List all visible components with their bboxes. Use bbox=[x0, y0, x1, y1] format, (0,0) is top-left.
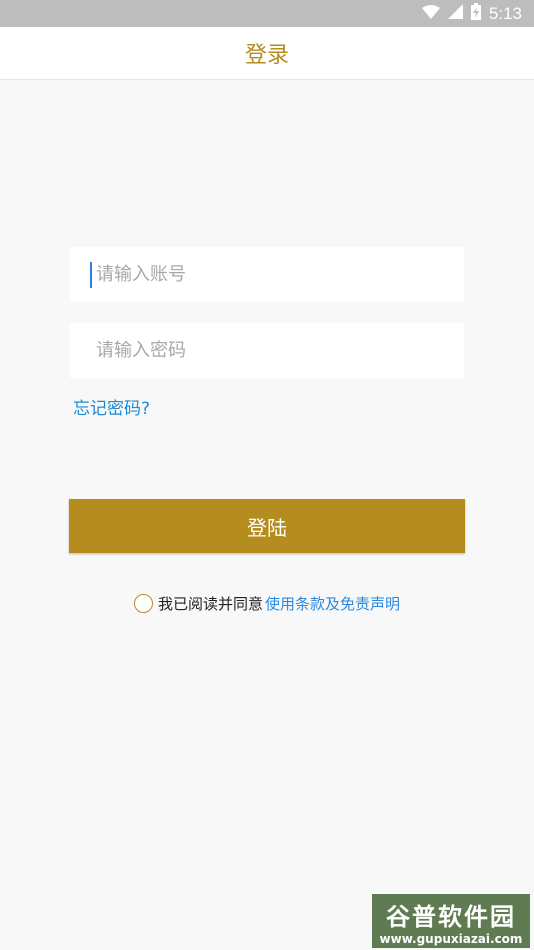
login-button[interactable]: 登陆 bbox=[69, 499, 465, 553]
agreement-text: 我已阅读并同意 bbox=[157, 594, 263, 613]
agree-radio[interactable] bbox=[133, 593, 153, 613]
forgot-password-link[interactable]: 忘记密码? bbox=[73, 394, 150, 419]
account-field[interactable] bbox=[70, 247, 464, 302]
battery-charging-icon bbox=[470, 3, 481, 24]
title-bar: 登录 bbox=[0, 27, 534, 80]
wifi-icon bbox=[421, 4, 440, 23]
terms-link[interactable]: 使用条款及免责声明 bbox=[265, 593, 400, 614]
page-title: 登录 bbox=[244, 43, 289, 68]
status-bar: 5:13 bbox=[0, 0, 534, 27]
status-time: 5:13 bbox=[488, 3, 522, 23]
account-input[interactable] bbox=[70, 247, 464, 302]
text-cursor bbox=[90, 262, 92, 288]
watermark-url: www.gupuxiazai.com bbox=[379, 931, 523, 946]
password-input[interactable] bbox=[70, 323, 464, 378]
cell-signal-icon bbox=[447, 4, 463, 23]
password-field[interactable] bbox=[70, 323, 464, 378]
agreement-row: 我已阅读并同意 使用条款及免责声明 bbox=[0, 591, 534, 615]
watermark-main: 谷普软件园 bbox=[386, 902, 516, 931]
watermark-logo: 谷普软件园 www.gupuxiazai.com bbox=[372, 894, 530, 948]
